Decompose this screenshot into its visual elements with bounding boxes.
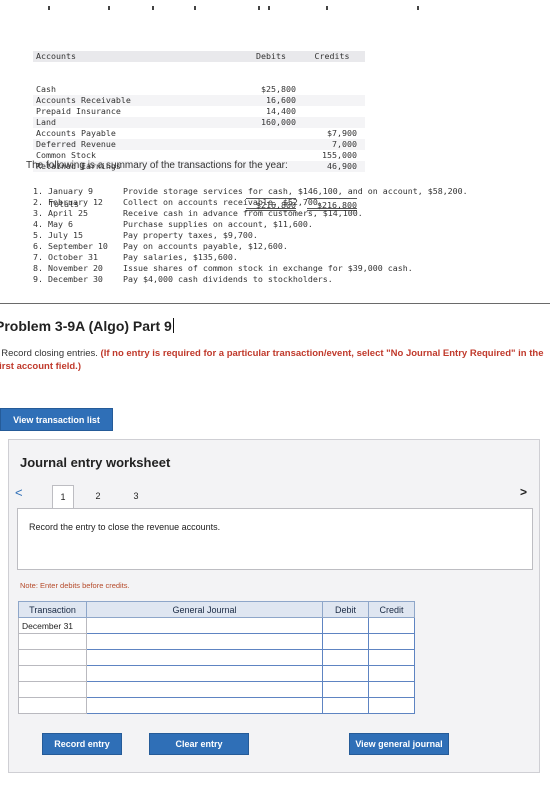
- transaction-description: Pay salaries, $135,600.: [123, 252, 238, 262]
- page-tab-2[interactable]: 2: [87, 485, 109, 506]
- transaction-description: Issue shares of common stock in exchange…: [123, 263, 413, 273]
- transaction-description: Pay $4,000 cash dividends to stockholder…: [123, 274, 333, 284]
- credit-amount: $7,900: [327, 128, 357, 138]
- transaction-date-cell: [18, 649, 87, 666]
- debits-header: Debits: [256, 51, 286, 61]
- general-journal-column-header: General Journal: [86, 601, 323, 618]
- trial-balance-row: Land 160,000: [33, 117, 365, 128]
- view-general-journal-button[interactable]: View general journal: [349, 733, 449, 755]
- credit-amount: 155,000: [322, 150, 357, 160]
- page-tab-3[interactable]: 3: [125, 485, 147, 506]
- transaction-date-cell: [18, 697, 87, 714]
- transaction-date-cell: [18, 681, 87, 698]
- transaction-date: 2. February 12: [33, 197, 103, 207]
- entry-instruction: Record the entry to close the revenue ac…: [29, 522, 221, 532]
- credit-input[interactable]: [368, 697, 415, 714]
- journal-row: [18, 665, 415, 682]
- transaction-description: Collect on accounts receivable, $52,700.: [123, 197, 323, 207]
- credit-amount: 7,000: [332, 139, 357, 149]
- debit-input[interactable]: [322, 697, 369, 714]
- transaction-date-cell: December 31: [18, 617, 87, 634]
- journal-row: [18, 633, 415, 650]
- account-input[interactable]: [86, 633, 323, 650]
- debit-input[interactable]: [322, 649, 369, 666]
- transaction-date: 7. October 31: [33, 252, 98, 262]
- credit-input[interactable]: [368, 617, 415, 634]
- account-input[interactable]: [86, 617, 323, 634]
- debit-input[interactable]: [322, 665, 369, 682]
- cropped-top-edge: [0, 0, 550, 14]
- transaction-date: 9. December 30: [33, 274, 103, 284]
- worksheet-title: Journal entry worksheet: [20, 455, 171, 470]
- trial-balance-row: Prepaid Insurance 14,400: [33, 106, 365, 117]
- debit-amount: 16,600: [266, 95, 296, 105]
- trial-balance-row: Deferred Revenue 7,000: [33, 139, 365, 150]
- transaction-date: 6. September 10: [33, 241, 108, 251]
- debit-column-header: Debit: [322, 601, 369, 618]
- transaction-description: Receive cash in advance from customers, …: [123, 208, 363, 218]
- credit-column-header: Credit: [368, 601, 415, 618]
- transaction-column-header: Transaction: [18, 601, 87, 618]
- credit-amount: 46,900: [327, 161, 357, 171]
- transaction-date-cell: [18, 633, 87, 650]
- transaction-description: Pay on accounts payable, $12,600.: [123, 241, 288, 251]
- debit-amount: 160,000: [261, 117, 296, 127]
- credit-input[interactable]: [368, 633, 415, 650]
- trial-balance-header: Accounts Debits Credits: [33, 51, 365, 62]
- transaction-date: 4. May 6: [33, 219, 73, 229]
- instructions-prefix: . Record closing entries.: [0, 348, 101, 359]
- view-transaction-list-button[interactable]: View transaction list: [0, 408, 113, 431]
- trial-balance-row: Accounts Receivable 16,600: [33, 95, 365, 106]
- journal-row: [18, 649, 415, 666]
- credit-input[interactable]: [368, 681, 415, 698]
- transaction-date-cell: [18, 665, 87, 682]
- debit-input[interactable]: [322, 617, 369, 634]
- account-input[interactable]: [86, 665, 323, 682]
- trial-balance-row: Cash $25,800: [33, 84, 365, 95]
- journal-row: [18, 697, 415, 714]
- next-page-icon[interactable]: >: [520, 485, 527, 499]
- account-name: Accounts Receivable: [36, 95, 131, 105]
- transaction-date: 5. July 15: [33, 230, 83, 240]
- debit-input[interactable]: [322, 633, 369, 650]
- debit-note: Note: Enter debits before credits.: [20, 581, 130, 590]
- section-divider: [0, 303, 550, 304]
- transaction-date: 1. January 9: [33, 186, 93, 196]
- account-name: Prepaid Insurance: [36, 106, 121, 116]
- record-entry-button[interactable]: Record entry: [42, 733, 122, 755]
- account-name: Accounts Payable: [36, 128, 116, 138]
- problem-title: Problem 3-9A (Algo) Part 9: [0, 318, 174, 334]
- account-input[interactable]: [86, 697, 323, 714]
- journal-row: [18, 681, 415, 698]
- journal-table: Transaction General Journal Debit Credit…: [18, 601, 415, 714]
- clear-entry-button[interactable]: Clear entry: [149, 733, 249, 755]
- journal-entry-worksheet: Journal entry worksheet < 1 2 3 > Record…: [8, 439, 540, 773]
- account-name: Deferred Revenue: [36, 139, 116, 149]
- transaction-date: 8. November 20: [33, 263, 103, 273]
- debit-amount: 14,400: [266, 106, 296, 116]
- prev-page-icon[interactable]: <: [15, 485, 23, 500]
- trial-balance-row: Accounts Payable $7,900: [33, 128, 365, 139]
- summary-text: The following is a summary of the transa…: [26, 160, 288, 171]
- transaction-description: Provide storage services for cash, $146,…: [123, 186, 468, 196]
- instructions: . Record closing entries. (If no entry i…: [0, 347, 550, 373]
- account-name: Cash: [36, 84, 56, 94]
- accounts-header: Accounts: [36, 51, 76, 61]
- debit-input[interactable]: [322, 681, 369, 698]
- entry-instruction-box: Record the entry to close the revenue ac…: [17, 508, 533, 570]
- transaction-description: Purchase supplies on account, $11,600.: [123, 219, 313, 229]
- transaction-date: 3. April 25: [33, 208, 88, 218]
- page-tab-1[interactable]: 1: [52, 485, 74, 508]
- journal-row: December 31: [18, 617, 415, 634]
- text-caret: [172, 318, 174, 333]
- account-name: Land: [36, 117, 56, 127]
- debit-amount: $25,800: [261, 84, 296, 94]
- account-input[interactable]: [86, 649, 323, 666]
- credit-input[interactable]: [368, 665, 415, 682]
- credits-header: Credits: [314, 51, 350, 61]
- account-input[interactable]: [86, 681, 323, 698]
- transaction-description: Pay property taxes, $9,700.: [123, 230, 258, 240]
- credit-input[interactable]: [368, 649, 415, 666]
